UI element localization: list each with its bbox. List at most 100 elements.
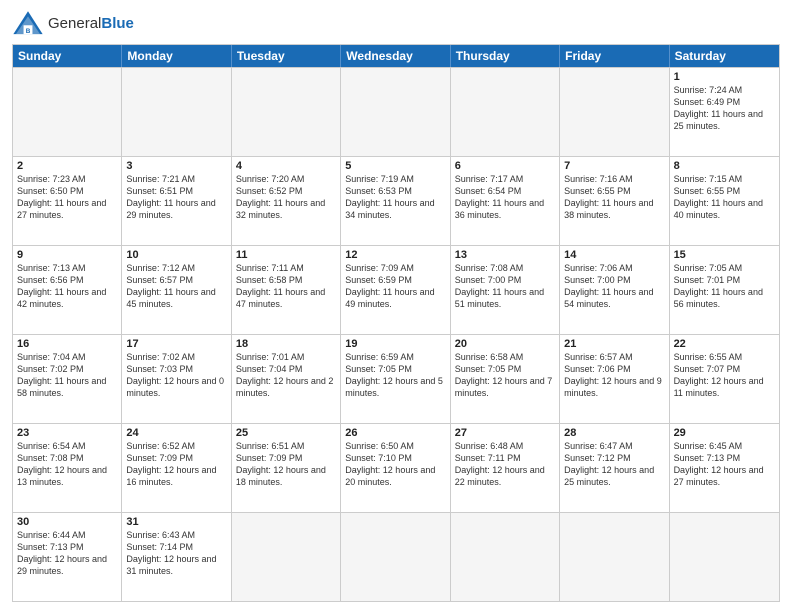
calendar-cell	[232, 68, 341, 156]
day-number: 26	[345, 427, 445, 439]
logo: B GeneralBlue	[12, 10, 134, 38]
weekday-header-monday: Monday	[122, 45, 231, 67]
day-number: 19	[345, 338, 445, 350]
day-info: Sunrise: 6:57 AM Sunset: 7:06 PM Dayligh…	[564, 351, 664, 400]
day-info: Sunrise: 7:17 AM Sunset: 6:54 PM Dayligh…	[455, 173, 555, 222]
day-info: Sunrise: 6:50 AM Sunset: 7:10 PM Dayligh…	[345, 440, 445, 489]
calendar-cell: 26Sunrise: 6:50 AM Sunset: 7:10 PM Dayli…	[341, 424, 450, 512]
day-info: Sunrise: 7:13 AM Sunset: 6:56 PM Dayligh…	[17, 262, 117, 311]
day-number: 29	[674, 427, 775, 439]
day-info: Sunrise: 7:19 AM Sunset: 6:53 PM Dayligh…	[345, 173, 445, 222]
weekday-header-sunday: Sunday	[13, 45, 122, 67]
calendar-cell: 29Sunrise: 6:45 AM Sunset: 7:13 PM Dayli…	[670, 424, 779, 512]
day-number: 25	[236, 427, 336, 439]
logo-icon: B	[12, 10, 44, 38]
day-number: 24	[126, 427, 226, 439]
calendar-cell: 22Sunrise: 6:55 AM Sunset: 7:07 PM Dayli…	[670, 335, 779, 423]
day-info: Sunrise: 6:43 AM Sunset: 7:14 PM Dayligh…	[126, 529, 226, 578]
day-number: 28	[564, 427, 664, 439]
day-info: Sunrise: 6:52 AM Sunset: 7:09 PM Dayligh…	[126, 440, 226, 489]
day-info: Sunrise: 6:44 AM Sunset: 7:13 PM Dayligh…	[17, 529, 117, 578]
weekday-header-thursday: Thursday	[451, 45, 560, 67]
calendar-cell: 11Sunrise: 7:11 AM Sunset: 6:58 PM Dayli…	[232, 246, 341, 334]
calendar-cell: 28Sunrise: 6:47 AM Sunset: 7:12 PM Dayli…	[560, 424, 669, 512]
day-info: Sunrise: 7:21 AM Sunset: 6:51 PM Dayligh…	[126, 173, 226, 222]
day-number: 3	[126, 160, 226, 172]
calendar-row-5: 30Sunrise: 6:44 AM Sunset: 7:13 PM Dayli…	[13, 512, 779, 601]
day-number: 6	[455, 160, 555, 172]
calendar-row-3: 16Sunrise: 7:04 AM Sunset: 7:02 PM Dayli…	[13, 334, 779, 423]
day-info: Sunrise: 7:11 AM Sunset: 6:58 PM Dayligh…	[236, 262, 336, 311]
calendar-cell	[341, 68, 450, 156]
calendar-cell	[560, 513, 669, 601]
day-number: 9	[17, 249, 117, 261]
day-info: Sunrise: 7:23 AM Sunset: 6:50 PM Dayligh…	[17, 173, 117, 222]
day-info: Sunrise: 7:08 AM Sunset: 7:00 PM Dayligh…	[455, 262, 555, 311]
day-number: 11	[236, 249, 336, 261]
weekday-header-saturday: Saturday	[670, 45, 779, 67]
weekday-header-wednesday: Wednesday	[341, 45, 450, 67]
calendar-cell: 20Sunrise: 6:58 AM Sunset: 7:05 PM Dayli…	[451, 335, 560, 423]
calendar-cell: 2Sunrise: 7:23 AM Sunset: 6:50 PM Daylig…	[13, 157, 122, 245]
day-info: Sunrise: 6:59 AM Sunset: 7:05 PM Dayligh…	[345, 351, 445, 400]
day-number: 13	[455, 249, 555, 261]
calendar-cell: 4Sunrise: 7:20 AM Sunset: 6:52 PM Daylig…	[232, 157, 341, 245]
day-number: 2	[17, 160, 117, 172]
svg-text:B: B	[26, 28, 31, 35]
day-number: 1	[674, 71, 775, 83]
day-info: Sunrise: 7:09 AM Sunset: 6:59 PM Dayligh…	[345, 262, 445, 311]
day-number: 15	[674, 249, 775, 261]
day-number: 8	[674, 160, 775, 172]
day-info: Sunrise: 7:15 AM Sunset: 6:55 PM Dayligh…	[674, 173, 775, 222]
logo-text: GeneralBlue	[48, 16, 134, 33]
day-info: Sunrise: 7:16 AM Sunset: 6:55 PM Dayligh…	[564, 173, 664, 222]
calendar-cell: 25Sunrise: 6:51 AM Sunset: 7:09 PM Dayli…	[232, 424, 341, 512]
calendar-cell	[451, 68, 560, 156]
calendar-cell: 5Sunrise: 7:19 AM Sunset: 6:53 PM Daylig…	[341, 157, 450, 245]
day-number: 20	[455, 338, 555, 350]
calendar-cell: 15Sunrise: 7:05 AM Sunset: 7:01 PM Dayli…	[670, 246, 779, 334]
day-info: Sunrise: 7:01 AM Sunset: 7:04 PM Dayligh…	[236, 351, 336, 400]
calendar-cell: 31Sunrise: 6:43 AM Sunset: 7:14 PM Dayli…	[122, 513, 231, 601]
calendar-header: SundayMondayTuesdayWednesdayThursdayFrid…	[13, 45, 779, 67]
day-number: 17	[126, 338, 226, 350]
calendar-cell: 30Sunrise: 6:44 AM Sunset: 7:13 PM Dayli…	[13, 513, 122, 601]
calendar-cell: 17Sunrise: 7:02 AM Sunset: 7:03 PM Dayli…	[122, 335, 231, 423]
day-number: 7	[564, 160, 664, 172]
day-info: Sunrise: 7:20 AM Sunset: 6:52 PM Dayligh…	[236, 173, 336, 222]
calendar-cell: 6Sunrise: 7:17 AM Sunset: 6:54 PM Daylig…	[451, 157, 560, 245]
calendar-row-4: 23Sunrise: 6:54 AM Sunset: 7:08 PM Dayli…	[13, 423, 779, 512]
calendar-cell: 12Sunrise: 7:09 AM Sunset: 6:59 PM Dayli…	[341, 246, 450, 334]
calendar-cell: 14Sunrise: 7:06 AM Sunset: 7:00 PM Dayli…	[560, 246, 669, 334]
day-number: 4	[236, 160, 336, 172]
day-info: Sunrise: 6:51 AM Sunset: 7:09 PM Dayligh…	[236, 440, 336, 489]
calendar-cell: 19Sunrise: 6:59 AM Sunset: 7:05 PM Dayli…	[341, 335, 450, 423]
day-number: 22	[674, 338, 775, 350]
calendar-cell: 3Sunrise: 7:21 AM Sunset: 6:51 PM Daylig…	[122, 157, 231, 245]
calendar-cell	[670, 513, 779, 601]
day-number: 30	[17, 516, 117, 528]
calendar-cell: 13Sunrise: 7:08 AM Sunset: 7:00 PM Dayli…	[451, 246, 560, 334]
day-number: 12	[345, 249, 445, 261]
calendar-cell	[122, 68, 231, 156]
calendar-cell	[13, 68, 122, 156]
calendar-cell: 21Sunrise: 6:57 AM Sunset: 7:06 PM Dayli…	[560, 335, 669, 423]
day-number: 21	[564, 338, 664, 350]
calendar-cell	[560, 68, 669, 156]
page-header: B GeneralBlue	[12, 10, 780, 38]
day-number: 10	[126, 249, 226, 261]
day-number: 18	[236, 338, 336, 350]
day-number: 14	[564, 249, 664, 261]
day-info: Sunrise: 6:48 AM Sunset: 7:11 PM Dayligh…	[455, 440, 555, 489]
day-info: Sunrise: 6:45 AM Sunset: 7:13 PM Dayligh…	[674, 440, 775, 489]
day-info: Sunrise: 7:06 AM Sunset: 7:00 PM Dayligh…	[564, 262, 664, 311]
calendar-cell: 18Sunrise: 7:01 AM Sunset: 7:04 PM Dayli…	[232, 335, 341, 423]
calendar-cell: 24Sunrise: 6:52 AM Sunset: 7:09 PM Dayli…	[122, 424, 231, 512]
day-info: Sunrise: 7:24 AM Sunset: 6:49 PM Dayligh…	[674, 84, 775, 133]
calendar-row-0: 1Sunrise: 7:24 AM Sunset: 6:49 PM Daylig…	[13, 67, 779, 156]
day-info: Sunrise: 6:47 AM Sunset: 7:12 PM Dayligh…	[564, 440, 664, 489]
day-info: Sunrise: 7:04 AM Sunset: 7:02 PM Dayligh…	[17, 351, 117, 400]
day-info: Sunrise: 6:58 AM Sunset: 7:05 PM Dayligh…	[455, 351, 555, 400]
calendar-cell: 9Sunrise: 7:13 AM Sunset: 6:56 PM Daylig…	[13, 246, 122, 334]
day-number: 31	[126, 516, 226, 528]
